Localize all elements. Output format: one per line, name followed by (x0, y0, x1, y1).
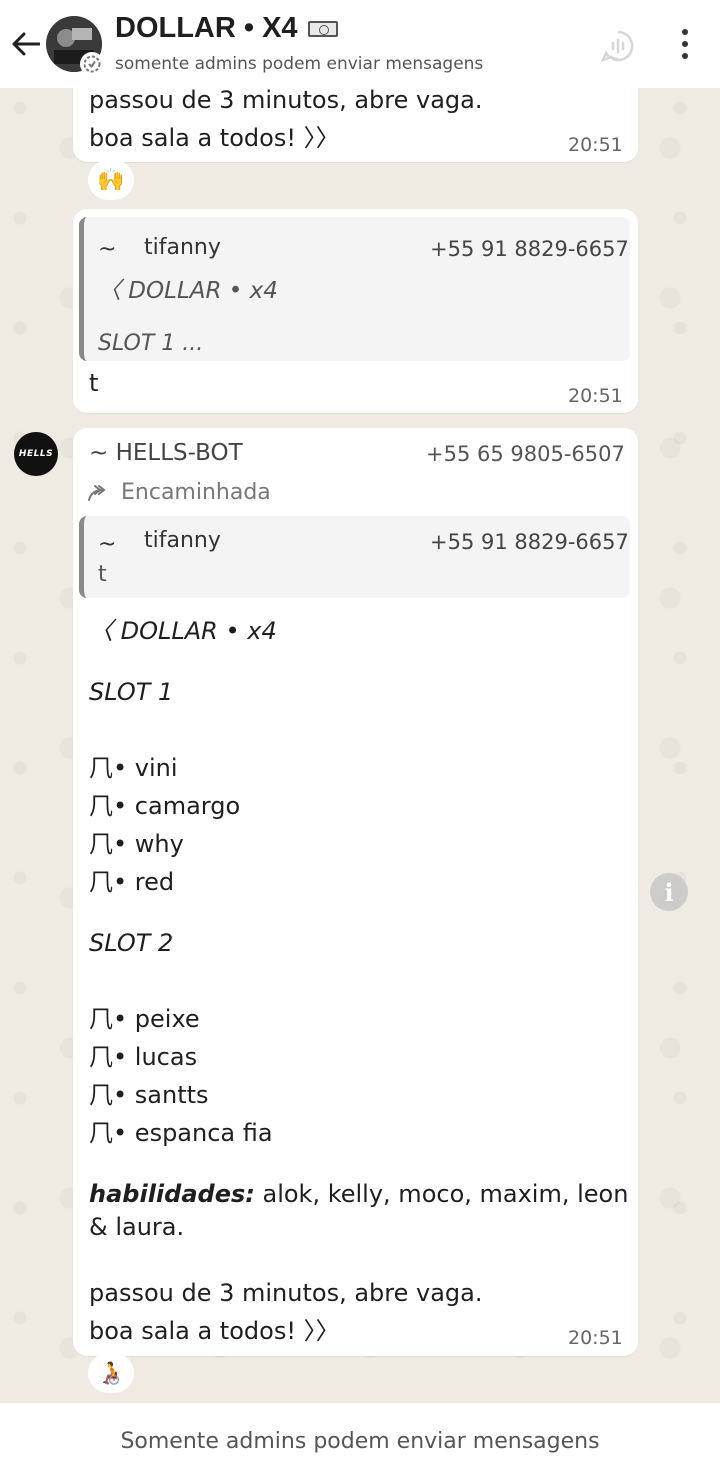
message-time: 20:51 (568, 385, 623, 407)
message-bubble[interactable]: passou de 3 minutos, abre vaga. boa sala… (73, 76, 638, 162)
forwarded-label: Encaminhada (121, 480, 271, 505)
player-list-item: ⺇• why (89, 830, 184, 858)
sender-avatar[interactable]: HELLS (14, 432, 58, 476)
message-bubble[interactable]: ~ tifanny +55 91 8829-6657 〈 DOLLAR • x4… (73, 209, 638, 413)
money-bill-icon (307, 20, 338, 37)
skills-label: habilidades: (89, 1180, 255, 1208)
sender-phone: +55 65 9805-6507 (426, 442, 625, 466)
bullet-glyph: ⺇• (89, 1081, 128, 1109)
quoted-sender-prefix: ~ (98, 532, 117, 557)
slot-title: SLOT 1 (89, 678, 174, 706)
quoted-message[interactable]: ~ tifanny +55 91 8829-6657 〈 DOLLAR • x4… (79, 217, 630, 361)
quoted-sender-name: tifanny (144, 528, 221, 553)
player-list-item: ⺇• camargo (89, 792, 241, 820)
message-line: passou de 3 minutos, abre vaga. (89, 86, 483, 114)
bullet-glyph: ⺇• (89, 1119, 128, 1147)
quoted-text: t (98, 562, 107, 587)
quoted-sender-phone: +55 91 8829-6657 (430, 530, 629, 554)
voice-chat-icon[interactable] (600, 28, 636, 64)
skills-line-continued: & laura. (89, 1213, 185, 1241)
quoted-text-line: 〈 DOLLAR • x4 (98, 278, 278, 304)
message-text: t (89, 369, 99, 397)
bullet-glyph: ⺇• (89, 868, 128, 896)
skills-line: habilidades: alok, kelly, moco, maxim, l… (89, 1180, 628, 1208)
group-subtitle: somente admins podem enviar mensagens (115, 54, 484, 74)
player-list-item: ⺇• lucas (89, 1043, 198, 1071)
quoted-sender-name: tifanny (144, 235, 221, 260)
message-time: 20:51 (568, 1327, 623, 1349)
bullet-glyph: ⺇• (89, 1005, 128, 1033)
bullet-glyph: ⺇• (89, 754, 128, 782)
player-list-item: ⺇• vini (89, 754, 178, 782)
player-list-item: ⺇• santts (89, 1081, 209, 1109)
bullet-glyph: ⺇• (89, 792, 128, 820)
quoted-message[interactable]: ~ tifanny +55 91 8829-6657 t (79, 516, 630, 598)
bullet-glyph: ⺇• (89, 1043, 128, 1071)
forwarded-indicator: Encaminhada (87, 480, 271, 505)
reaction-emoji[interactable]: 🧑‍🦽 (88, 1353, 134, 1393)
back-arrow-icon[interactable] (8, 26, 44, 62)
admins-only-notice: Somente admins podem enviar mensagens (0, 1403, 720, 1480)
sender-name[interactable]: ~ HELLS-BOT (89, 440, 243, 466)
more-options-icon[interactable] (670, 26, 700, 62)
skills-list: alok, kelly, moco, maxim, leon (254, 1180, 629, 1208)
player-list-item: ⺇• red (89, 868, 175, 896)
slot-title: SLOT 2 (89, 929, 174, 957)
player-list-item: ⺇• peixe (89, 1005, 200, 1033)
info-icon[interactable]: i (650, 873, 688, 911)
community-badge-icon (80, 52, 104, 76)
group-title-text: DOLLAR • X4 (115, 12, 298, 44)
message-time: 20:51 (568, 134, 623, 156)
message-line: passou de 3 minutos, abre vaga. (89, 1279, 483, 1307)
bullet-glyph: ⺇• (89, 830, 128, 858)
forward-arrow-icon (88, 484, 106, 501)
reaction-emoji[interactable]: 🙌 (88, 160, 134, 200)
quoted-sender-phone: +55 91 8829-6657 (430, 237, 629, 261)
group-title[interactable]: DOLLAR • X4 (115, 12, 338, 45)
message-heading: 〈 DOLLAR • x4 (89, 617, 277, 645)
chat-header: DOLLAR • X4 somente admins podem enviar … (0, 0, 720, 88)
quoted-sender-prefix: ~ (98, 237, 117, 262)
quoted-text-line: SLOT 1 ... (98, 331, 204, 356)
message-line: boa sala a todos! 〉〉 (89, 1317, 340, 1345)
player-list-item: ⺇• espanca fia (89, 1119, 273, 1147)
message-line: boa sala a todos! 〉〉 (89, 124, 340, 152)
